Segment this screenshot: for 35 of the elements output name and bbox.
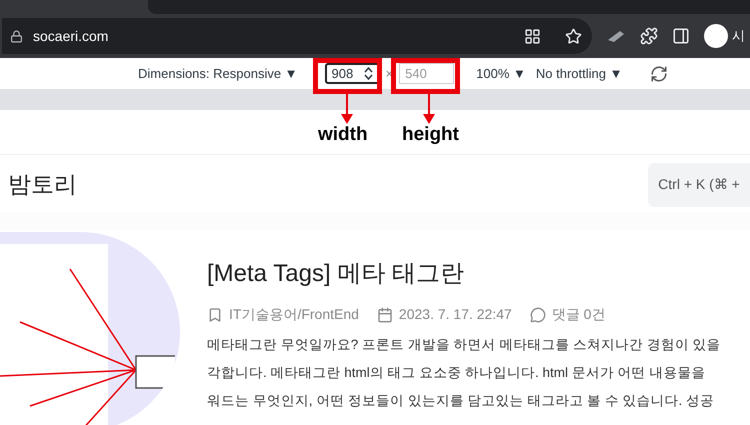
profile-label[interactable]: 시 — [732, 26, 745, 46]
post-category[interactable]: IT기술용어/FrontEnd — [229, 304, 359, 325]
arrow-icon — [341, 94, 353, 124]
highlight-frame — [391, 58, 460, 94]
width-field[interactable]: 908 — [324, 63, 380, 84]
excerpt-line: 메타태그란 무엇일까요? 프론트 개발을 하면서 메타태그를 스쳐지나간 경험이 있을 — [207, 336, 721, 354]
excerpt-line: 워드는 무엇인지, 어떤 정보들이 있는지를 담고있는 태그라고 볼 수 있습니다. 성공 — [207, 392, 716, 410]
comment-count: 댓글 0건 — [552, 305, 606, 324]
search-button[interactable]: Ctrl + K (⌘ + — [648, 162, 750, 206]
address-bar[interactable]: socaeri.com — [2, 18, 592, 54]
highlight-frame — [313, 58, 382, 94]
zoom-dropdown[interactable]: 100% ▼ — [476, 64, 526, 84]
extension-icon[interactable] — [606, 28, 626, 44]
spinner-icon[interactable] — [364, 67, 373, 80]
grid-icon[interactable] — [524, 28, 541, 44]
puzzle-icon[interactable] — [640, 27, 658, 45]
arrow-icon — [423, 94, 435, 124]
post-title[interactable]: [Meta Tags] 메타 태그란 — [207, 256, 721, 292]
url-text: socaeri.com — [33, 26, 110, 46]
rotate-icon[interactable] — [650, 64, 668, 82]
annotation-label: height — [402, 123, 459, 147]
height-field[interactable]: 540 — [399, 63, 454, 84]
post-date: 2023. 7. 17. 22:47 — [398, 305, 512, 324]
site-title[interactable]: 밤토리 — [8, 167, 77, 202]
lock-icon — [10, 30, 23, 42]
star-icon[interactable] — [565, 28, 582, 44]
annotation-label: width — [318, 123, 368, 147]
profile-avatar[interactable] — [704, 24, 728, 48]
calendar-icon — [376, 306, 393, 322]
comment-icon — [530, 306, 546, 322]
excerpt-line: 각합니다. 메타태그란 html의 태그 요소중 하나입니다. html 문서가 어떤 내용물을 — [207, 364, 706, 382]
bookmark-icon — [207, 306, 223, 322]
throttling-dropdown[interactable]: No throttling ▼ — [536, 64, 622, 84]
side-panel-icon[interactable] — [672, 27, 690, 45]
dimensions-dropdown[interactable]: Dimensions: Responsive ▼ — [138, 64, 298, 84]
